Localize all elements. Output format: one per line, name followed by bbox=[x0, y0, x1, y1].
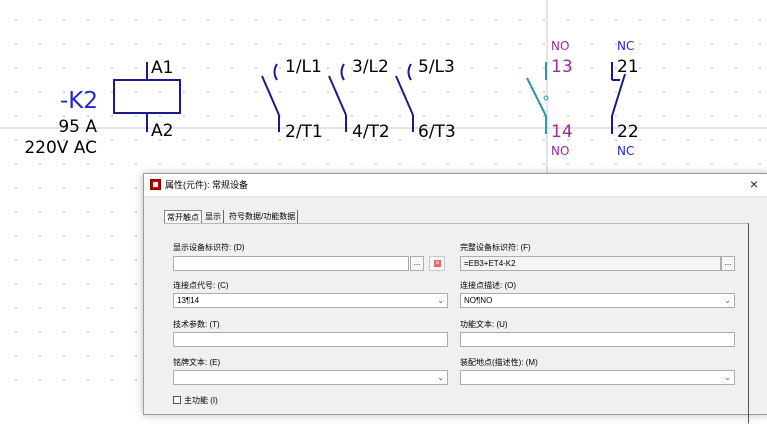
display-device-tag-browse-button[interactable]: ... bbox=[410, 256, 424, 271]
function-text-label: 功能文本: (U) bbox=[460, 320, 508, 329]
connection-point-desc-value: NO¶NO bbox=[464, 296, 493, 305]
main-contact-3[interactable] bbox=[395, 63, 414, 132]
tab-no-contact[interactable]: 常开触点 bbox=[164, 210, 202, 224]
full-device-tag-input[interactable]: =EB3+ET4-K2 bbox=[460, 256, 721, 271]
connection-point-desc-dropdown[interactable]: NO¶NO ⌄ bbox=[460, 293, 735, 308]
main-function-label: 主功能 (I) bbox=[184, 396, 218, 405]
tab-symbol-function-data[interactable]: 符号数据/功能数据 bbox=[229, 210, 299, 224]
contact-3-bottom-label: 6/T3 bbox=[418, 122, 456, 142]
tab-display[interactable]: 显示 bbox=[205, 210, 224, 224]
app-icon bbox=[150, 179, 161, 190]
connection-point-code-dropdown[interactable]: 13¶14 ⌄ bbox=[173, 293, 448, 308]
nameplate-text-label: 铭牌文本: (E) bbox=[173, 358, 221, 367]
chevron-down-icon: ⌄ bbox=[437, 296, 444, 305]
device-current: 95 A bbox=[58, 117, 97, 137]
main-contact-1[interactable] bbox=[261, 63, 280, 132]
coil-terminal-a2: A2 bbox=[151, 121, 173, 141]
close-button[interactable]: × bbox=[746, 176, 762, 192]
contact-3-top-label: 5/L3 bbox=[418, 57, 455, 77]
contact-1-top-label: 1/L1 bbox=[285, 57, 322, 77]
technical-params-input[interactable] bbox=[173, 332, 448, 347]
aux-no-type-bottom: NO bbox=[551, 144, 569, 158]
device-voltage: 220V AC bbox=[24, 138, 97, 158]
main-function-checkbox[interactable] bbox=[173, 396, 181, 404]
contact-1-bottom-label: 2/T1 bbox=[285, 122, 323, 142]
mounting-location-dropdown[interactable]: ⌄ bbox=[460, 370, 735, 385]
aux-no-terminal-bottom: 14 bbox=[551, 122, 573, 142]
aux-nc-type-top: NC bbox=[617, 39, 634, 53]
connection-point-desc-label: 连接点描述: (O) bbox=[460, 281, 516, 290]
nameplate-text-dropdown[interactable]: ⌄ bbox=[173, 370, 448, 385]
chevron-down-icon: ⌄ bbox=[724, 373, 731, 382]
coil-terminal-a1: A1 bbox=[151, 58, 173, 78]
full-device-tag-browse-button[interactable]: ... bbox=[721, 256, 735, 271]
chevron-down-icon: ⌄ bbox=[437, 373, 444, 382]
aux-nc-terminal-top: 21 bbox=[617, 57, 639, 77]
aux-no-terminal-top: 13 bbox=[551, 57, 573, 77]
device-tag: -K2 bbox=[60, 88, 98, 114]
technical-params-label: 技术参数: (T) bbox=[173, 320, 220, 329]
chevron-down-icon: ⌄ bbox=[724, 296, 731, 305]
aux-nc-type-bottom: NC bbox=[617, 144, 634, 158]
tab-panel bbox=[164, 223, 749, 424]
aux-nc-terminal-bottom: 22 bbox=[617, 122, 639, 142]
delete-button[interactable]: × bbox=[429, 256, 445, 271]
connection-point-code-value: 13¶14 bbox=[177, 296, 200, 305]
aux-contact-no[interactable] bbox=[526, 62, 549, 134]
dialog-titlebar[interactable]: 属性(元件): 常规设备 × bbox=[144, 174, 767, 197]
full-device-tag-label: 完整设备标识符: (F) bbox=[460, 243, 531, 252]
mounting-location-label: 装配地点(描述性): (M) bbox=[460, 358, 538, 367]
function-text-input[interactable] bbox=[460, 332, 735, 347]
display-device-tag-label: 显示设备标识符: (D) bbox=[173, 243, 245, 252]
properties-dialog: 属性(元件): 常规设备 × 常开触点 显示 符号数据/功能数据 显示设备标识符… bbox=[143, 173, 767, 424]
display-device-tag-input[interactable] bbox=[173, 256, 409, 271]
main-contact-2[interactable] bbox=[328, 63, 347, 132]
connection-point-code-label: 连接点代号: (C) bbox=[173, 281, 229, 290]
contact-2-top-label: 3/L2 bbox=[352, 57, 389, 77]
panel-edge bbox=[748, 223, 749, 423]
delete-icon: × bbox=[434, 260, 441, 267]
contact-2-bottom-label: 4/T2 bbox=[352, 122, 390, 142]
aux-no-type-top: NO bbox=[551, 39, 569, 53]
dialog-title: 属性(元件): 常规设备 bbox=[165, 180, 248, 190]
